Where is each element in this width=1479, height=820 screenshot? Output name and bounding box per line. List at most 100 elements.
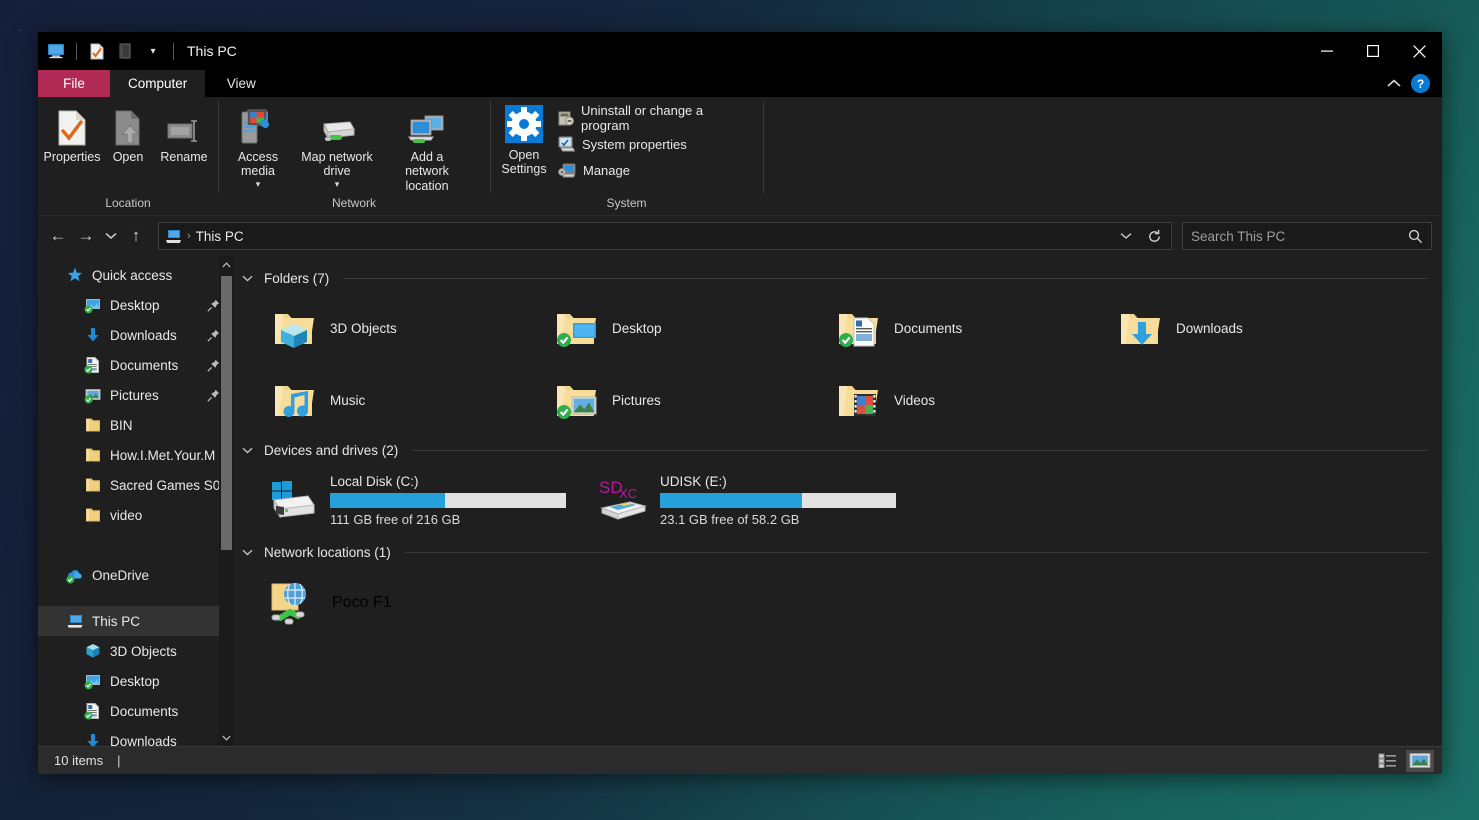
manage-button[interactable]: Manage bbox=[556, 158, 753, 182]
scroll-down-arrow-icon[interactable] bbox=[219, 729, 234, 746]
uninstall-program-button[interactable]: Uninstall or change a program bbox=[556, 103, 753, 133]
list-item[interactable]: Videos bbox=[806, 364, 1088, 436]
sidebar-item-3d-objects[interactable]: 3D Objects bbox=[38, 636, 234, 666]
details-view-button[interactable] bbox=[1374, 750, 1402, 772]
file-explorer-window: ▾ This PC File Computer View ? Propertie… bbox=[38, 32, 1442, 774]
ribbon-empty-area bbox=[763, 97, 1442, 215]
forward-button[interactable]: → bbox=[72, 222, 100, 250]
group-header-devices[interactable]: Devices and drives (2) bbox=[242, 438, 1428, 462]
add-network-location-button[interactable]: Add a network location bbox=[382, 103, 472, 196]
sidebar-item-downloads-qa[interactable]: Downloads bbox=[38, 320, 234, 350]
chevron-down-icon[interactable]: ▾ bbox=[256, 179, 261, 189]
sidebar-item-onedrive[interactable]: OneDrive bbox=[38, 560, 234, 590]
sidebar-item-pictures-qa[interactable]: Pictures bbox=[38, 380, 234, 410]
navigation-scrollbar[interactable] bbox=[219, 256, 234, 746]
search-box[interactable] bbox=[1182, 222, 1432, 251]
collapse-ribbon-button[interactable] bbox=[1387, 79, 1401, 88]
rename-button[interactable]: Rename bbox=[156, 103, 212, 167]
group-header-network[interactable]: Network locations (1) bbox=[242, 540, 1428, 564]
sidebar-item-documents[interactable]: Documents bbox=[38, 696, 234, 726]
properties-button-label: Properties bbox=[43, 150, 101, 164]
breadcrumb-this-pc[interactable]: This PC bbox=[196, 229, 244, 244]
open-settings-button[interactable]: Open Settings bbox=[496, 101, 552, 180]
content-pane[interactable]: Folders (7) 3D Objects Desktop Documents… bbox=[234, 256, 1442, 746]
drive-info: Local Disk (C:) 111 GB free of 216 GB bbox=[330, 474, 566, 527]
large-icons-view-button[interactable] bbox=[1406, 749, 1434, 772]
chevron-down-icon[interactable]: ▾ bbox=[335, 179, 340, 189]
status-separator: | bbox=[117, 753, 121, 768]
sidebar-item-this-pc[interactable]: This PC bbox=[38, 606, 234, 637]
refresh-button[interactable] bbox=[1144, 229, 1165, 244]
navigation-list: Quick access Desktop Downloads Documents… bbox=[38, 256, 234, 746]
folder-icon bbox=[84, 476, 102, 494]
close-button[interactable] bbox=[1396, 32, 1442, 70]
help-button[interactable]: ? bbox=[1411, 74, 1430, 93]
title-bar: ▾ This PC bbox=[38, 32, 1442, 70]
folder-music-icon bbox=[270, 376, 318, 424]
chevron-down-icon[interactable] bbox=[242, 447, 256, 454]
folder-icon[interactable] bbox=[112, 38, 138, 64]
group-divider bbox=[343, 277, 1428, 279]
list-item[interactable]: Documents bbox=[806, 292, 1088, 364]
customize-dropdown-icon[interactable]: ▾ bbox=[140, 38, 166, 64]
this-pc-icon[interactable] bbox=[43, 38, 69, 64]
sidebar-item-bin[interactable]: BIN bbox=[38, 410, 234, 440]
sidebar-item-downloads[interactable]: Downloads bbox=[38, 726, 234, 746]
address-bar[interactable]: › This PC bbox=[158, 222, 1172, 251]
group-title: Devices and drives (2) bbox=[264, 442, 399, 458]
ribbon-group-network: Access media ▾ Map network drive ▾ Add a… bbox=[218, 97, 490, 215]
list-item[interactable]: Pictures bbox=[524, 364, 806, 436]
tab-view[interactable]: View bbox=[205, 70, 277, 97]
open-button-label: Open bbox=[112, 150, 144, 164]
open-button[interactable]: Open bbox=[100, 103, 156, 167]
folder-videos-icon bbox=[834, 376, 882, 424]
this-pc-icon bbox=[66, 612, 84, 630]
properties-icon[interactable] bbox=[84, 38, 110, 64]
sidebar-item-desktop[interactable]: Desktop bbox=[38, 666, 234, 696]
map-network-drive-button[interactable]: Map network drive ▾ bbox=[292, 103, 382, 192]
list-item[interactable]: Music bbox=[242, 364, 524, 436]
list-item[interactable]: 3D Objects bbox=[242, 292, 524, 364]
tab-file[interactable]: File bbox=[38, 70, 110, 97]
recent-locations-button[interactable] bbox=[100, 222, 122, 250]
group-header-folders[interactable]: Folders (7) bbox=[242, 266, 1428, 290]
drive-name: UDISK (E:) bbox=[660, 473, 727, 489]
folder-icon bbox=[84, 446, 102, 464]
system-properties-icon bbox=[558, 136, 575, 152]
chevron-down-icon[interactable] bbox=[242, 275, 256, 282]
tab-computer[interactable]: Computer bbox=[110, 70, 206, 97]
navigation-scrollbar-thumb[interactable] bbox=[221, 276, 232, 551]
back-button[interactable]: ← bbox=[44, 222, 72, 250]
settings-gear-icon bbox=[505, 104, 543, 144]
system-properties-button[interactable]: System properties bbox=[556, 132, 753, 156]
sidebar-item-how-i-met-your-mother[interactable]: How.I.Met.Your.M bbox=[38, 440, 234, 470]
minimize-button[interactable] bbox=[1304, 32, 1350, 70]
network-tiles: Poco F1 bbox=[242, 566, 1428, 640]
list-item[interactable]: Poco F1 bbox=[242, 566, 522, 640]
sidebar-item-documents-qa[interactable]: Documents bbox=[38, 350, 234, 380]
sidebar-item-desktop-qa[interactable]: Desktop bbox=[38, 290, 234, 320]
properties-button[interactable]: Properties bbox=[43, 103, 101, 167]
open-settings-button-label: Open Settings bbox=[501, 148, 547, 177]
list-item[interactable]: Downloads bbox=[1088, 292, 1370, 364]
group-divider bbox=[404, 551, 1428, 553]
up-button[interactable]: ↑ bbox=[122, 222, 150, 250]
list-item[interactable]: Local Disk (C:) 111 GB free of 216 GB bbox=[242, 464, 572, 536]
sidebar-item-video[interactable]: video bbox=[38, 500, 234, 530]
chevron-down-icon[interactable] bbox=[242, 549, 256, 556]
list-item[interactable]: SD XC UDISK (E:) 23.1 GB free of 58.2 GB bbox=[572, 464, 902, 536]
access-media-button[interactable]: Access media ▾ bbox=[224, 103, 292, 192]
list-item[interactable]: Desktop bbox=[524, 292, 806, 364]
sidebar-item-sacred-games[interactable]: Sacred Games S0 bbox=[38, 470, 234, 500]
address-dropdown-button[interactable] bbox=[1116, 232, 1136, 240]
quick-access-toolbar: ▾ bbox=[38, 38, 179, 64]
sidebar-item-label: Documents bbox=[110, 703, 179, 719]
scroll-up-arrow-icon[interactable] bbox=[219, 256, 234, 273]
sidebar-item-quick-access[interactable]: Quick access bbox=[38, 260, 234, 290]
local-disk-icon bbox=[268, 476, 320, 524]
maximize-button[interactable] bbox=[1350, 32, 1396, 70]
search-input[interactable] bbox=[1191, 228, 1408, 244]
onedrive-icon bbox=[66, 566, 84, 584]
search-icon[interactable] bbox=[1408, 229, 1423, 244]
